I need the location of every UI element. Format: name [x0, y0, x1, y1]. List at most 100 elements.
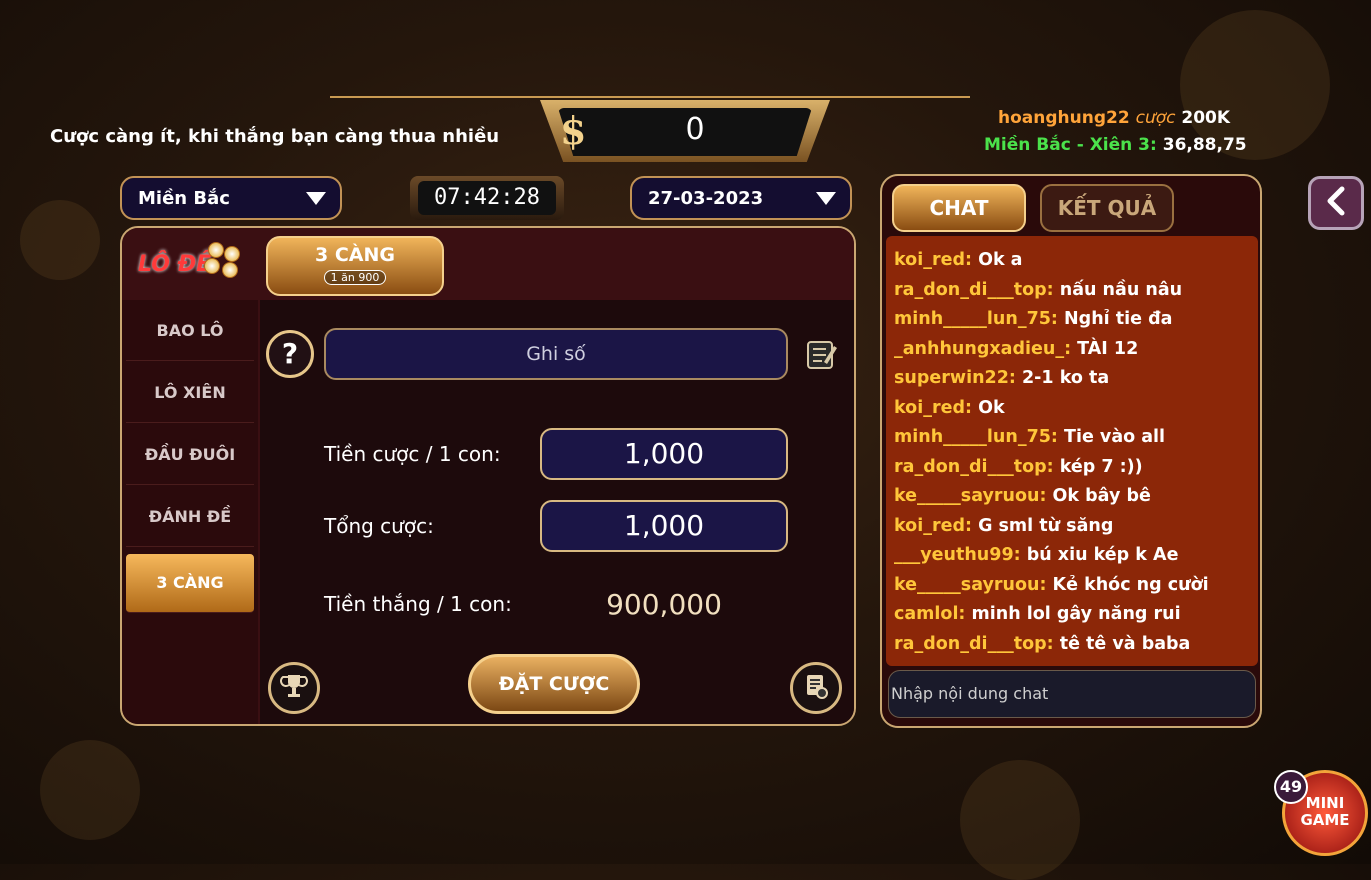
- chat-username[interactable]: _anhhungxadieu_:: [894, 339, 1071, 359]
- stake-label: Tiền cược / 1 con:: [324, 442, 501, 466]
- chat-username[interactable]: camlol:: [894, 604, 965, 624]
- chat-input[interactable]: Nhập nội dung chat: [888, 670, 1256, 718]
- chat-message: koi_red: G sml từ săng: [894, 516, 1113, 536]
- chat-username[interactable]: ra_don_di___top:: [894, 634, 1054, 654]
- chevron-left-icon: [1324, 186, 1348, 220]
- chat-message: ___yeuthu99: bú xiu kép k Ae: [894, 545, 1178, 565]
- tab-results[interactable]: KẾT QUẢ: [1040, 184, 1174, 232]
- menu-item-danh-de[interactable]: ĐÁNH ĐỀ: [126, 488, 254, 547]
- chat-username[interactable]: minh_____lun_75:: [894, 309, 1058, 329]
- win-label: Tiền thắng / 1 con:: [324, 592, 512, 616]
- chat-text: 2-1 ko ta: [1021, 368, 1110, 388]
- chat-username[interactable]: superwin22:: [894, 368, 1016, 388]
- chat-message: _anhhungxadieu_: TÀI 12: [894, 339, 1138, 359]
- chat-text: nấu nầu nâu: [1059, 279, 1183, 300]
- mini-game-badge: 49: [1274, 770, 1308, 804]
- ticker-user: hoanghung22: [998, 108, 1130, 128]
- chat-message: superwin22: 2-1 ko ta: [894, 368, 1109, 388]
- help-button[interactable]: ?: [266, 330, 314, 378]
- win-value: 900,000: [606, 588, 722, 621]
- chat-text: Nghỉ tie đa: [1064, 309, 1173, 329]
- chat-username[interactable]: ke_____sayruou:: [894, 575, 1046, 595]
- bet-tab-strip: 3 CÀNG 1 ăn 900: [260, 228, 854, 300]
- total-value: 1,000: [540, 500, 788, 552]
- chat-panel: CHAT KẾT QUẢ koi_red: Ok a ra_don_di___to…: [880, 174, 1262, 728]
- chat-text: minh lol gây năng rui: [971, 604, 1181, 624]
- countdown-timer: 07:42:28: [410, 176, 564, 220]
- timer-value: 07:42:28: [418, 181, 556, 215]
- mini-game-line2: GAME: [1300, 811, 1350, 829]
- tagline: Cược càng ít, khi thắng bạn càng thua nh…: [50, 126, 500, 147]
- tab-3-cang[interactable]: 3 CÀNG 1 ăn 900: [266, 236, 444, 296]
- stake-input[interactable]: 1,000: [540, 428, 788, 480]
- lottery-balls-icon: [204, 242, 240, 278]
- chat-message: minh_____lun_75: Tie vào all: [894, 427, 1165, 447]
- dollar-icon: $: [560, 108, 587, 153]
- background-bokeh: [960, 760, 1080, 880]
- menu-item-lo-xien[interactable]: LÔ XIÊN: [126, 364, 254, 423]
- back-button[interactable]: [1308, 176, 1364, 230]
- chat-message: ra_don_di___top: tê tê và baba: [894, 634, 1190, 654]
- chat-text: Kẻ khóc ng cười: [1052, 574, 1209, 595]
- ticker-bet-amount: 200K: [1181, 108, 1231, 128]
- chat-message: camlol: minh lol gây năng rui: [894, 604, 1181, 624]
- chat-text: kép 7 :)): [1059, 456, 1143, 477]
- chat-message: ra_don_di___top: kép 7 :)): [894, 457, 1143, 477]
- ticker-numbers: 36,88,75: [1162, 135, 1247, 155]
- chat-text: Ok a: [978, 250, 1023, 270]
- chat-message: ke_____sayruou: Kẻ khóc ng cười: [894, 575, 1209, 595]
- edit-list-icon[interactable]: [806, 338, 838, 370]
- bet-type-menu: BAO LÔ LÔ XIÊN ĐẦU ĐUÔI ĐÁNH ĐỀ 3 CÀNG: [122, 300, 258, 724]
- chat-text: Ok bây bê: [1052, 486, 1151, 506]
- ticker-bet-word: cược: [1135, 108, 1176, 128]
- chat-message: koi_red: Ok: [894, 398, 1005, 418]
- lode-logo: LÔ ĐỀ: [122, 228, 258, 300]
- ticker-region: Miền Bắc - Xiên 3:: [984, 135, 1157, 155]
- balance-value: 0: [685, 112, 705, 147]
- betting-panel: LÔ ĐỀ BAO LÔ LÔ XIÊN ĐẦU ĐUÔI ĐÁNH ĐỀ 3 …: [120, 226, 856, 726]
- region-dropdown[interactable]: Miền Bắc: [120, 176, 342, 220]
- trophy-icon: [280, 672, 308, 704]
- menu-item-3-cang[interactable]: 3 CÀNG: [126, 554, 254, 613]
- chat-text: Ok: [978, 397, 1005, 418]
- tab-title: 3 CÀNG: [315, 244, 395, 266]
- chat-message: koi_red: Ok a: [894, 250, 1022, 270]
- chat-username[interactable]: ra_don_di___top:: [894, 457, 1054, 477]
- place-bet-button[interactable]: ĐẶT CƯỢC: [468, 654, 640, 714]
- chat-username[interactable]: ke_____sayruou:: [894, 486, 1046, 506]
- region-selected: Miền Bắc: [138, 187, 230, 209]
- menu-item-bao-lo[interactable]: BAO LÔ: [126, 302, 254, 361]
- chat-username[interactable]: koi_red:: [894, 398, 972, 418]
- chat-text: G sml từ săng: [978, 515, 1114, 536]
- chat-message: minh_____lun_75: Nghỉ tie đa: [894, 309, 1172, 329]
- chat-username[interactable]: minh_____lun_75:: [894, 427, 1058, 447]
- background-bokeh: [20, 200, 100, 280]
- logo-text: LÔ ĐỀ: [138, 252, 212, 277]
- chat-username[interactable]: ___yeuthu99:: [894, 545, 1021, 565]
- win-ticker-line1: hoanghung22 cược 200K: [998, 108, 1230, 128]
- trophy-button[interactable]: [268, 662, 320, 714]
- number-input[interactable]: Ghi số: [324, 328, 788, 380]
- chat-username[interactable]: koi_red:: [894, 250, 972, 270]
- date-dropdown[interactable]: 27-03-2023: [630, 176, 852, 220]
- tab-chat[interactable]: CHAT: [892, 184, 1026, 232]
- chevron-down-icon: [816, 192, 836, 205]
- chat-message: ke_____sayruou: Ok bây bê: [894, 486, 1151, 506]
- chat-username[interactable]: koi_red:: [894, 516, 972, 536]
- history-button[interactable]: [790, 662, 842, 714]
- chat-text: Tie vào all: [1064, 427, 1166, 447]
- chevron-down-icon: [306, 192, 326, 205]
- chat-messages[interactable]: koi_red: Ok a ra_don_di___top: nấu nầu nâ…: [886, 236, 1258, 666]
- chat-username[interactable]: ra_don_di___top:: [894, 280, 1054, 300]
- win-ticker-line2: Miền Bắc - Xiên 3: 36,88,75: [984, 135, 1247, 155]
- total-label: Tổng cược:: [324, 514, 434, 538]
- history-icon: [802, 672, 830, 704]
- chat-message: ra_don_di___top: nấu nầu nâu: [894, 280, 1182, 300]
- menu-item-dau-duoi[interactable]: ĐẦU ĐUÔI: [126, 426, 254, 485]
- chat-text: tê tê và baba: [1059, 633, 1191, 654]
- chat-text: bú xiu kép k Ae: [1026, 545, 1179, 565]
- background-bokeh: [40, 740, 140, 840]
- date-selected: 27-03-2023: [648, 187, 764, 209]
- odds-badge: 1 ăn 900: [323, 270, 387, 285]
- chat-text: TÀI 12: [1077, 338, 1139, 359]
